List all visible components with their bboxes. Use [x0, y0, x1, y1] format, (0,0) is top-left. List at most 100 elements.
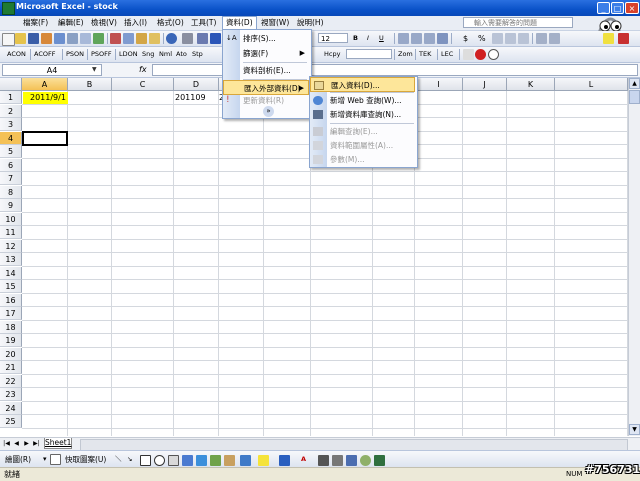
ato-button[interactable]: Ato — [175, 49, 188, 60]
excel-app-icon[interactable] — [2, 2, 15, 15]
row-header-3[interactable]: 3 — [0, 118, 22, 131]
menu-item-text-to-columns[interactable]: 資料剖析(E)... — [223, 63, 309, 78]
font-color-a-icon[interactable]: A — [300, 454, 307, 465]
menu-item-data-range-properties[interactable]: 資料範圍屬性(A)... — [310, 138, 415, 153]
menu-file[interactable]: 檔案(F) — [20, 17, 51, 29]
hyperlink-icon[interactable] — [197, 33, 208, 44]
menu-edit[interactable]: 編輯(E) — [55, 17, 87, 29]
sng-button[interactable]: Sng — [141, 49, 155, 60]
row-header-23[interactable]: 23 — [0, 388, 22, 401]
scroll-up-icon[interactable]: ▲ — [629, 78, 640, 89]
first-sheet-icon[interactable]: |◀ — [2, 439, 11, 449]
fill-color-bucket-icon[interactable] — [258, 455, 269, 466]
ldon-button[interactable]: LDON — [118, 49, 139, 60]
active-cell-a4[interactable] — [22, 131, 68, 146]
new-document-icon[interactable] — [2, 33, 15, 46]
picture-icon[interactable] — [240, 455, 251, 466]
arrow-style-icon[interactable] — [346, 455, 357, 466]
vertical-scrollbar[interactable]: ▲ ▼ — [628, 78, 640, 436]
oval-icon[interactable] — [154, 455, 165, 466]
draw-menu-button[interactable]: 繪圖(R) — [4, 454, 32, 465]
fill-color-icon[interactable] — [603, 33, 614, 44]
font-color-icon[interactable] — [618, 33, 629, 44]
row-header-21[interactable]: 21 — [0, 361, 22, 374]
permission-icon[interactable] — [41, 33, 52, 44]
row-header-1[interactable]: 1 — [0, 91, 22, 104]
row-header-10[interactable]: 10 — [0, 212, 22, 226]
merge-center-icon[interactable] — [437, 33, 448, 44]
pson-button[interactable]: PSON — [65, 49, 85, 60]
clip-art-icon[interactable] — [210, 455, 221, 466]
acon-button[interactable]: ACON — [6, 49, 27, 60]
column-header-c[interactable]: C — [112, 78, 174, 91]
column-header-d[interactable]: D — [174, 78, 219, 91]
record-icon[interactable] — [475, 49, 486, 60]
row-header-12[interactable]: 12 — [0, 239, 22, 253]
expand-menu-icon[interactable]: » — [263, 106, 274, 117]
select-objects-icon[interactable] — [50, 454, 61, 465]
email-icon[interactable] — [54, 33, 65, 44]
percent-button[interactable]: % — [477, 33, 487, 44]
autoshapes-menu-button[interactable]: 快取圖案(U) — [64, 454, 107, 465]
increase-indent-icon[interactable] — [549, 33, 560, 44]
column-header-l[interactable]: L — [555, 78, 628, 91]
column-header-b[interactable]: B — [68, 78, 112, 91]
row-header-6[interactable]: 6 — [0, 158, 22, 172]
menu-view[interactable]: 檢視(V) — [88, 17, 120, 29]
autosum-icon[interactable] — [210, 33, 221, 44]
menu-item-filter[interactable]: 篩選(F) ▶ — [223, 46, 309, 61]
format-painter-icon[interactable] — [149, 33, 160, 44]
psoff-button[interactable]: PSOFF — [90, 49, 113, 60]
spelling-icon[interactable] — [93, 33, 104, 44]
prev-sheet-icon[interactable]: ◀ — [12, 439, 21, 449]
lec-button[interactable]: LEC — [440, 49, 454, 60]
cell-a1[interactable]: 2011/9/1 — [23, 92, 68, 104]
scroll-down-icon[interactable]: ▼ — [629, 424, 640, 435]
font-size-select[interactable]: 12 — [318, 33, 348, 43]
wordart-icon[interactable] — [182, 455, 193, 466]
row-header-16[interactable]: 16 — [0, 293, 22, 307]
rectangle-icon[interactable] — [140, 455, 151, 466]
hcpy-button[interactable]: Hcpy — [323, 49, 341, 60]
bold-button[interactable]: B — [352, 33, 359, 44]
name-box[interactable]: A4 — [2, 64, 102, 76]
menu-insert[interactable]: 插入(I) — [121, 17, 150, 29]
row-header-15[interactable]: 15 — [0, 280, 22, 293]
currency-button[interactable]: $ — [462, 33, 469, 44]
stop-circle-icon[interactable] — [488, 49, 499, 60]
row-header-25[interactable]: 25 — [0, 415, 22, 428]
comma-style-icon[interactable] — [492, 33, 503, 44]
align-right-icon[interactable] — [424, 33, 435, 44]
row-header-4[interactable]: 4 — [0, 131, 22, 145]
sheet-tab-sheet1[interactable]: Sheet1 — [44, 438, 72, 449]
cell-d1[interactable]: 201109 — [174, 92, 218, 104]
toolbar-combo[interactable] — [346, 49, 392, 59]
decrease-indent-icon[interactable] — [536, 33, 547, 44]
shadow-style-icon[interactable] — [360, 455, 371, 466]
row-header-2[interactable]: 2 — [0, 104, 22, 118]
row-header-17[interactable]: 17 — [0, 307, 22, 320]
row-header-8[interactable]: 8 — [0, 185, 22, 199]
row-header-19[interactable]: 19 — [0, 334, 22, 347]
row-header-24[interactable]: 24 — [0, 401, 22, 415]
nml-button[interactable]: Nml — [158, 49, 173, 60]
print-icon[interactable] — [67, 33, 78, 44]
menu-item-edit-query[interactable]: 編輯查詢(E)... — [310, 124, 415, 139]
column-header-k[interactable]: K — [507, 78, 555, 91]
decrease-decimal-icon[interactable] — [518, 33, 529, 44]
menu-tools[interactable]: 工具(T) — [188, 17, 219, 29]
insert-function-icon[interactable]: fx — [139, 64, 151, 76]
menu-help[interactable]: 說明(H) — [294, 17, 327, 29]
row-header-11[interactable]: 11 — [0, 226, 22, 239]
acoff-button[interactable]: ACOFF — [33, 49, 56, 60]
row-header-9[interactable]: 9 — [0, 199, 22, 212]
next-sheet-icon[interactable]: ▶ — [22, 439, 31, 449]
redo-icon[interactable] — [182, 33, 193, 44]
record-frame-icon[interactable] — [463, 49, 474, 60]
line-icon[interactable]: ＼ — [114, 454, 123, 465]
row-header-14[interactable]: 14 — [0, 266, 22, 280]
save-icon[interactable] — [28, 33, 39, 44]
italic-button[interactable]: I — [366, 33, 370, 44]
menu-item-new-database-query[interactable]: 新增資料庫查詢(N)... — [310, 107, 415, 122]
scroll-thumb[interactable] — [629, 90, 640, 104]
